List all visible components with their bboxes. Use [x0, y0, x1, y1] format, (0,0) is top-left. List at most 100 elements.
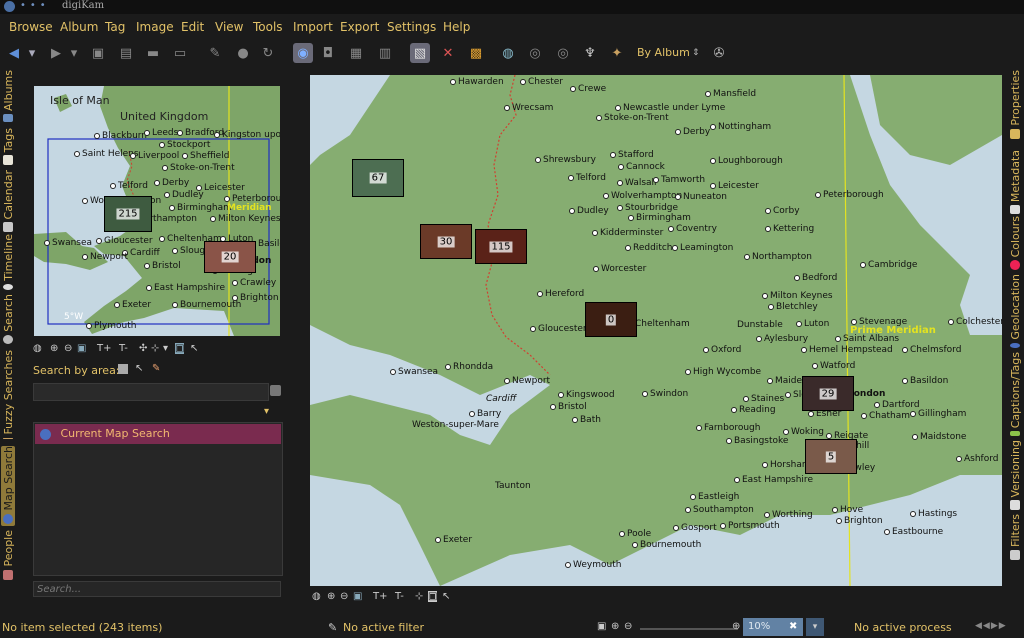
settings-wrench-icon[interactable]: ✇ — [709, 43, 729, 63]
filter-icon[interactable]: ▾ — [163, 343, 168, 354]
tab-properties[interactable]: Properties — [1008, 70, 1022, 146]
album-properties-icon[interactable]: ▤ — [116, 43, 136, 63]
globe-icon[interactable]: ◍ — [33, 343, 42, 354]
zoom-in-icon[interactable]: ⊕ — [732, 621, 740, 632]
edit-image-icon[interactable]: ✎ — [205, 43, 225, 63]
map-place: Oxford — [703, 345, 741, 355]
thumb-size-up[interactable]: T+ — [373, 591, 388, 602]
back-menu-chevron-icon[interactable]: ▾ — [26, 43, 38, 63]
tab-tags[interactable]: Tags — [1, 128, 15, 168]
zoom-in-icon[interactable]: ⊕ — [50, 343, 58, 354]
menu-browse[interactable]: Browse — [9, 20, 53, 34]
layer-icon[interactable]: ▣ — [353, 591, 362, 602]
menu-tools[interactable]: Tools — [253, 20, 283, 34]
photo-cluster-thumb[interactable]: 20 — [204, 241, 256, 273]
search-filter-input[interactable]: Search... — [33, 581, 281, 597]
tab-geolocation[interactable]: Geolocation — [1008, 274, 1022, 348]
zoom-dropdown-chevron-icon[interactable]: ▾ — [806, 618, 824, 636]
batch-icon[interactable]: ▬ — [143, 43, 163, 63]
tab-metadata[interactable]: Metadata — [1008, 150, 1022, 214]
pointer-icon[interactable]: ↖ — [442, 591, 450, 602]
thumbnails-icon[interactable]: ▦ — [346, 43, 366, 63]
photo-cluster-thumb[interactable]: 215 — [104, 196, 152, 232]
chevron-down-icon[interactable]: ▾ — [264, 406, 269, 417]
search-name-input[interactable] — [33, 383, 269, 401]
zoom-slider[interactable] — [640, 628, 738, 630]
menu-import[interactable]: Import — [293, 20, 333, 34]
album-sort-select[interactable]: By Album ⇕ — [632, 43, 709, 63]
map-place: High Wycombe — [685, 367, 761, 377]
tool-4-icon[interactable]: ♆ — [580, 43, 600, 63]
photo-cluster-thumb[interactable]: 0 — [585, 302, 637, 337]
table-view-icon[interactable]: ▥ — [375, 43, 395, 63]
tab-captions-tags[interactable]: Captions/Tags — [1008, 352, 1022, 436]
tab-search[interactable]: Search — [1, 294, 15, 344]
thumb-size-down[interactable]: T- — [395, 591, 404, 602]
new-album-icon[interactable]: ▣ — [88, 43, 108, 63]
menu-tag[interactable]: Tag — [105, 20, 125, 34]
photo-cluster-thumb[interactable]: 30 — [420, 224, 472, 259]
tool-2-icon[interactable]: ◎ — [525, 43, 545, 63]
map-view-icon[interactable]: ◉ — [293, 43, 313, 63]
tab-albums[interactable]: Albums — [1, 70, 15, 122]
tab-calendar[interactable]: Calendar — [1, 170, 15, 232]
save-search-icon[interactable] — [270, 385, 281, 396]
slideshow-icon[interactable]: ▧ — [410, 43, 430, 63]
zoom-in-icon[interactable]: ⊕ — [327, 591, 335, 602]
forward-icon[interactable]: ▶ — [46, 43, 66, 63]
group-icon[interactable]: ✣ — [139, 343, 147, 354]
rotate-icon[interactable]: ↻ — [258, 43, 278, 63]
main-map[interactable]: Hawarden Chester Crewe Mansfield Wrecsam… — [310, 75, 1002, 586]
thumb-size-up[interactable]: T+ — [97, 343, 112, 354]
photo-cluster-thumb[interactable]: 5 — [805, 439, 857, 474]
pointer-icon[interactable]: ↖ — [135, 363, 143, 374]
pan-icon[interactable]: ⊹ — [151, 343, 159, 354]
globe-icon[interactable]: ◍ — [312, 591, 321, 602]
fullscreen-icon[interactable]: ✕ — [438, 43, 458, 63]
select-icon[interactable]: ▣ — [175, 343, 185, 354]
menu-view[interactable]: View — [215, 20, 243, 34]
zoom-fit-icon[interactable]: ▣ — [597, 621, 606, 632]
photo-cluster-thumb[interactable]: 115 — [475, 229, 527, 264]
pan-icon[interactable]: ⊹ — [415, 591, 423, 602]
preview-icon[interactable]: ◘ — [318, 43, 338, 63]
thumb-size-down[interactable]: T- — [119, 343, 128, 354]
navigation-arrows-icon[interactable]: ◀◀▶▶ — [975, 621, 1007, 631]
overview-map[interactable]: Isle of Man United Kingdom Blackburn Lee… — [34, 86, 280, 336]
select-icon[interactable]: ▣ — [428, 591, 438, 602]
layer-icon[interactable]: ▣ — [77, 343, 86, 354]
zoom-in-icon[interactable]: ⊕ — [611, 621, 619, 632]
folder-icon[interactable]: ▭ — [170, 43, 190, 63]
tab-people[interactable]: People — [1, 530, 15, 580]
menu-edit[interactable]: Edit — [181, 20, 204, 34]
export-icon[interactable]: ▩ — [466, 43, 486, 63]
photo-cluster-thumb[interactable]: 29 — [802, 376, 854, 411]
zoom-out-icon[interactable]: ⊖ — [64, 343, 72, 354]
menu-album[interactable]: Album — [60, 20, 98, 34]
fuzzy-icon[interactable]: ● — [233, 43, 253, 63]
tab-timeline[interactable]: Timeline — [1, 234, 15, 290]
photo-cluster-thumb[interactable]: 67 — [352, 159, 404, 197]
tab-fuzzy-searches[interactable]: Fuzzy Searches — [1, 350, 15, 438]
back-icon[interactable]: ◀ — [4, 43, 24, 63]
menu-image[interactable]: Image — [136, 20, 174, 34]
window-dots[interactable]: ••• — [20, 0, 50, 11]
tool-3-icon[interactable]: ◎ — [553, 43, 573, 63]
tab-versioning[interactable]: Versioning — [1008, 440, 1022, 510]
forward-menu-chevron-icon[interactable]: ▾ — [68, 43, 80, 63]
menu-help[interactable]: Help — [443, 20, 470, 34]
light-table-icon[interactable]: ✦ — [607, 43, 627, 63]
tool-1-icon[interactable]: ◍ — [498, 43, 518, 63]
list-item-current-map-search[interactable]: Current Map Search — [35, 424, 281, 444]
tab-filters[interactable]: Filters — [1008, 514, 1022, 564]
area-select-icon[interactable] — [118, 364, 128, 374]
clear-zoom-icon[interactable]: ✖ — [789, 621, 797, 632]
zoom-out-icon[interactable]: ⊖ — [624, 621, 632, 632]
zoom-out-icon[interactable]: ⊖ — [340, 591, 348, 602]
tab-map-search[interactable]: Map Search — [1, 446, 15, 526]
pointer-icon[interactable]: ↖ — [190, 343, 198, 354]
menu-settings[interactable]: Settings — [387, 20, 436, 34]
remove-area-icon[interactable]: ✎ — [152, 363, 160, 374]
menu-export[interactable]: Export — [340, 20, 379, 34]
tab-colours[interactable]: Colours — [1008, 216, 1022, 270]
